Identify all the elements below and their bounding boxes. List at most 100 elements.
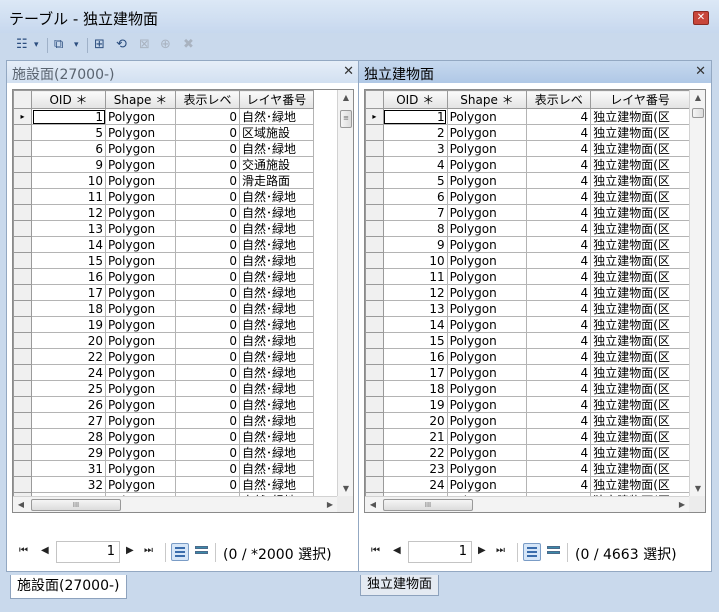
left-first-record-icon[interactable]: ⏮: [19, 545, 28, 556]
right-display-level-cell[interactable]: 4: [526, 364, 592, 381]
right-shape-cell[interactable]: Polygon: [446, 268, 528, 285]
table-row[interactable]: 9 Polygon 0 交通施設: [13, 156, 314, 173]
right-display-level-cell[interactable]: 4: [526, 300, 592, 317]
left-row-selector[interactable]: [13, 252, 32, 269]
right-layer-number-cell[interactable]: 独立建物面(区: [590, 236, 690, 253]
right-display-level-cell[interactable]: 4: [526, 188, 592, 205]
left-oid-cell[interactable]: 24: [31, 364, 106, 381]
left-layer-number-cell[interactable]: 自然･緑地: [239, 268, 314, 285]
table-row[interactable]: 22 Polygon 4 独立建物面(区: [365, 444, 690, 461]
right-layer-number-cell[interactable]: 独立建物面(区: [590, 172, 690, 189]
right-layer-number-cell[interactable]: 独立建物面(区: [590, 428, 690, 445]
left-row-selector[interactable]: [13, 300, 32, 317]
left-row-selector[interactable]: [13, 204, 32, 221]
left-layer-number-cell[interactable]: 自然･緑地: [239, 188, 314, 205]
left-oid-cell[interactable]: 16: [31, 268, 106, 285]
right-layer-number-cell[interactable]: 独立建物面(区: [590, 332, 690, 349]
left-oid-cell[interactable]: 29: [31, 444, 106, 461]
right-current-record-input[interactable]: 1: [408, 541, 472, 563]
left-shape-cell[interactable]: Polygon: [105, 252, 176, 269]
right-layer-number-cell[interactable]: 独立建物面(区: [590, 300, 690, 317]
window-close-button[interactable]: ✕: [693, 11, 709, 25]
left-row-selector[interactable]: [13, 124, 32, 141]
left-display-level-cell[interactable]: 0: [175, 236, 240, 253]
right-oid-cell[interactable]: 14: [382, 316, 448, 333]
left-pane-close-icon[interactable]: ✕: [343, 64, 354, 79]
left-layer-number-cell[interactable]: 区域施設: [239, 124, 314, 141]
left-display-level-cell[interactable]: 0: [175, 396, 240, 413]
left-display-level-cell[interactable]: 0: [175, 332, 240, 349]
right-display-level-cell[interactable]: 4: [526, 332, 592, 349]
table-row[interactable]: 2 Polygon 4 独立建物面(区: [365, 124, 690, 141]
table-row[interactable]: 18 Polygon 0 自然･緑地: [13, 300, 314, 317]
left-layer-number-cell[interactable]: 自然･緑地: [239, 428, 314, 445]
left-shape-cell[interactable]: Polygon: [105, 476, 176, 493]
table-row[interactable]: 26 Polygon 0 自然･緑地: [13, 396, 314, 413]
left-oid-cell[interactable]: 12: [31, 204, 106, 221]
right-layer-number-cell[interactable]: 独立建物面(区: [590, 188, 690, 205]
right-oid-cell[interactable]: 15: [382, 332, 448, 349]
right-row-selector[interactable]: [365, 172, 384, 189]
right-display-level-cell[interactable]: 4: [526, 460, 592, 477]
left-hscroll-thumb[interactable]: III: [31, 499, 121, 511]
left-layer-number-cell[interactable]: 自然･緑地: [239, 460, 314, 477]
left-show-selected-records-icon[interactable]: [194, 545, 210, 557]
right-oid-cell[interactable]: 1: [382, 108, 448, 125]
table-row[interactable]: 6 Polygon 0 自然･緑地: [13, 140, 314, 157]
left-display-level-cell[interactable]: 0: [175, 220, 240, 237]
left-horizontal-scrollbar[interactable]: ◀ III ▶: [13, 496, 338, 512]
left-oid-cell[interactable]: 20: [31, 332, 106, 349]
right-layer-number-cell[interactable]: 独立建物面(区: [590, 252, 690, 269]
left-oid-cell[interactable]: 27: [31, 412, 106, 429]
left-row-selector[interactable]: [13, 332, 32, 349]
left-row-selector[interactable]: [13, 348, 32, 365]
right-layer-number-cell[interactable]: 独立建物面(区: [590, 156, 690, 173]
table-row[interactable]: 17 Polygon 0 自然･緑地: [13, 284, 314, 301]
table-row[interactable]: 10 Polygon 0 滑走路面: [13, 172, 314, 189]
right-display-level-cell[interactable]: 4: [526, 252, 592, 269]
left-row-selector[interactable]: [13, 460, 32, 477]
right-scroll-up-icon[interactable]: ▲: [690, 90, 706, 106]
right-oid-cell[interactable]: 20: [382, 412, 448, 429]
right-display-level-cell[interactable]: 4: [526, 108, 592, 125]
right-layer-number-cell[interactable]: 独立建物面(区: [590, 476, 690, 493]
right-shape-cell[interactable]: Polygon: [446, 284, 528, 301]
left-shape-cell[interactable]: Polygon: [105, 428, 176, 445]
right-shape-cell[interactable]: Polygon: [446, 348, 528, 365]
right-layer-number-cell[interactable]: 独立建物面(区: [590, 412, 690, 429]
left-row-selector[interactable]: [13, 444, 32, 461]
left-layer-number-cell[interactable]: 自然･緑地: [239, 364, 314, 381]
table-row[interactable]: 11 Polygon 0 自然･緑地: [13, 188, 314, 205]
right-display-level-cell[interactable]: 4: [526, 412, 592, 429]
left-shape-cell[interactable]: Polygon: [105, 300, 176, 317]
left-oid-cell[interactable]: 10: [31, 172, 106, 189]
left-oid-cell[interactable]: 9: [31, 156, 106, 173]
right-row-selector[interactable]: [365, 140, 384, 157]
left-next-record-icon[interactable]: ▶: [126, 545, 134, 556]
left-row-selector[interactable]: [13, 220, 32, 237]
table-row[interactable]: 29 Polygon 0 自然･緑地: [13, 444, 314, 461]
right-show-all-records-icon[interactable]: [523, 543, 541, 561]
left-layer-number-cell[interactable]: 自然･緑地: [239, 348, 314, 365]
table-row[interactable]: 27 Polygon 0 自然･緑地: [13, 412, 314, 429]
right-display-level-cell[interactable]: 4: [526, 396, 592, 413]
left-shape-cell[interactable]: Polygon: [105, 220, 176, 237]
zoom-to-selected-icon[interactable]: ⊕: [160, 37, 171, 53]
left-shape-cell[interactable]: Polygon: [105, 332, 176, 349]
right-col-header-oid[interactable]: OID ＊: [382, 90, 448, 109]
table-options-icon[interactable]: ☷: [16, 37, 28, 53]
table-row[interactable]: 5 Polygon 4 独立建物面(区: [365, 172, 690, 189]
right-oid-cell[interactable]: 11: [382, 268, 448, 285]
table-row[interactable]: 6 Polygon 4 独立建物面(区: [365, 188, 690, 205]
left-col-header-layer-number[interactable]: レイヤ番号: [239, 90, 314, 109]
right-first-record-icon[interactable]: ⏮: [371, 545, 380, 556]
left-layer-number-cell[interactable]: 自然･緑地: [239, 444, 314, 461]
left-layer-number-cell[interactable]: 自然･緑地: [239, 252, 314, 269]
table-row[interactable]: 16 Polygon 4 独立建物面(区: [365, 348, 690, 365]
left-layer-number-cell[interactable]: 自然･緑地: [239, 140, 314, 157]
right-pane-close-icon[interactable]: ✕: [695, 64, 706, 79]
right-row-selector[interactable]: ▸: [365, 108, 384, 125]
right-shape-cell[interactable]: Polygon: [446, 412, 528, 429]
right-oid-cell[interactable]: 5: [382, 172, 448, 189]
right-layer-number-cell[interactable]: 独立建物面(区: [590, 444, 690, 461]
